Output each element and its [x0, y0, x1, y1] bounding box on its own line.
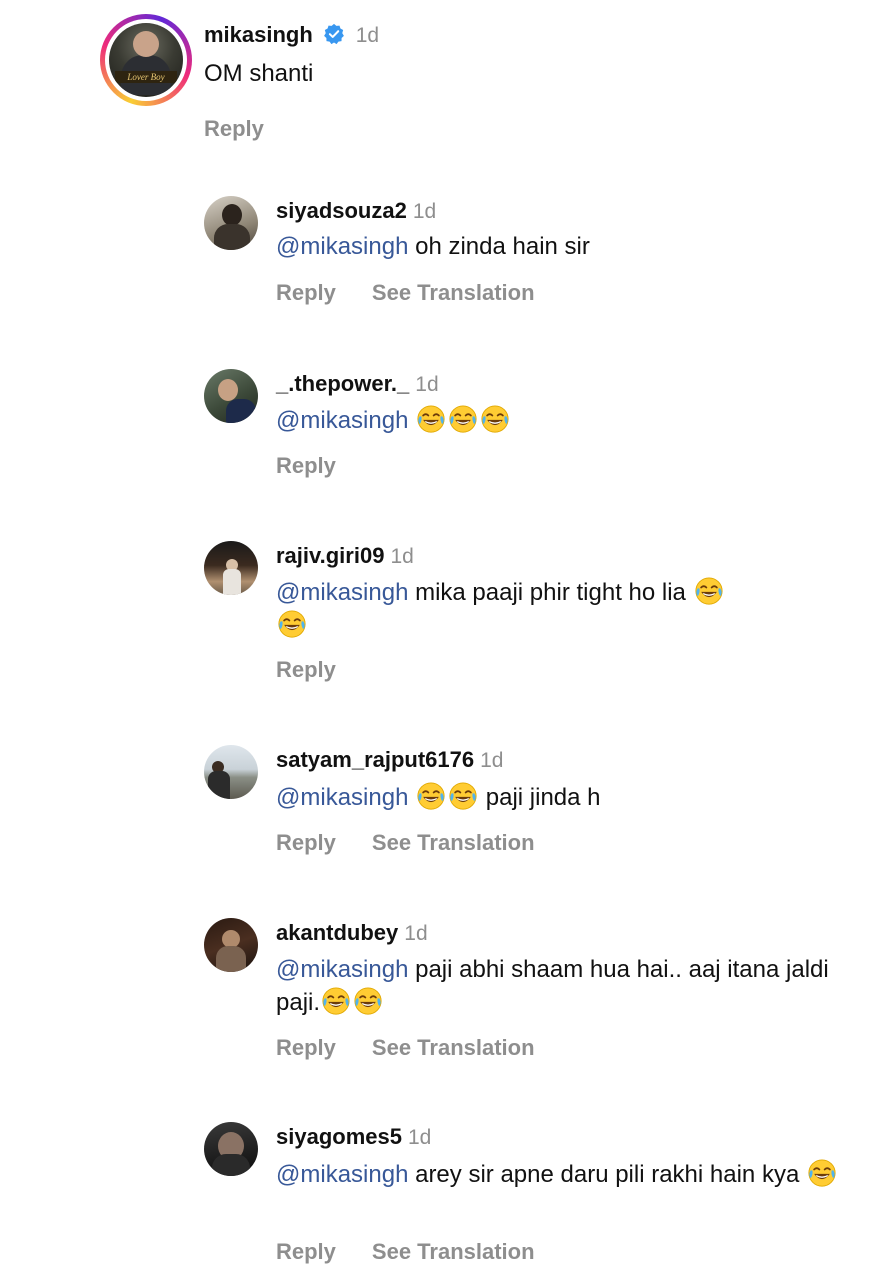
mention-link[interactable]: @mikasingh	[276, 1161, 408, 1188]
story-ring[interactable]: Lover Boy	[100, 14, 192, 106]
comment-body: paji jinda h	[485, 784, 601, 811]
avatar[interactable]	[204, 918, 258, 972]
username[interactable]: rajiv.giri09	[276, 543, 384, 568]
see-translation-button[interactable]: See Translation	[372, 280, 535, 305]
avatar-figure-body	[216, 946, 246, 972]
timestamp: 1d	[415, 373, 439, 396]
comment-text: @mikasingh paji abhi shaam hua hai.. aaj…	[276, 953, 856, 1019]
face-with-tears-of-joy-emoji	[695, 577, 723, 605]
comment-header: rajiv.giri09 1d	[276, 543, 414, 569]
comment-text: @mikasingh arey sir apne daru pili rakhi…	[276, 1158, 856, 1191]
avatar[interactable]	[204, 196, 258, 250]
comment-actions: Reply See Translation	[276, 830, 535, 856]
avatar-logo-text: Lover Boy	[115, 71, 177, 83]
face-with-tears-of-joy-emoji	[449, 782, 477, 810]
face-with-tears-of-joy-emoji	[354, 987, 382, 1015]
comment-body: arey sir apne daru pili rakhi hain kya	[415, 1161, 800, 1188]
verified-badge-icon	[324, 23, 345, 45]
mention-link[interactable]: @mikasingh	[276, 956, 408, 983]
comment-actions: Reply	[276, 657, 336, 683]
comment-body: mika paaji phir tight ho lia	[415, 579, 686, 606]
see-translation-button[interactable]: See Translation	[372, 1035, 535, 1060]
reply-button[interactable]: Reply	[276, 657, 336, 682]
timestamp: 1d	[412, 200, 437, 223]
avatar-figure-body	[223, 569, 241, 595]
reply-button[interactable]: Reply	[276, 453, 336, 478]
timestamp: 1d	[390, 545, 414, 568]
avatar-figure	[222, 204, 242, 226]
see-translation-button[interactable]: See Translation	[372, 1239, 535, 1264]
reply-button[interactable]: Reply	[276, 1035, 336, 1060]
face-with-tears-of-joy-emoji	[417, 782, 445, 810]
comment-header: siyadsouza2 1d	[276, 198, 436, 224]
comment-text: @mikasingh mika paaji phir tight ho lia	[276, 576, 856, 642]
see-translation-button[interactable]: See Translation	[372, 830, 535, 855]
comment-header: _.thepower._ 1d	[276, 371, 439, 397]
username[interactable]: _.thepower._	[276, 371, 409, 396]
comment-header: akantdubey 1d	[276, 920, 428, 946]
avatar-figure-body	[212, 1154, 250, 1176]
username[interactable]: siyadsouza2	[276, 198, 407, 223]
comment-actions: Reply See Translation	[276, 280, 535, 306]
avatar[interactable]	[204, 369, 258, 423]
username[interactable]: satyam_rajput6176	[276, 747, 474, 772]
username[interactable]: siyagomes5	[276, 1124, 402, 1149]
avatar[interactable]	[204, 1122, 258, 1176]
reply-button[interactable]: Reply	[276, 1239, 336, 1264]
comment-text: @mikasingh	[276, 404, 856, 437]
reply-button[interactable]: Reply	[204, 116, 264, 142]
face-with-tears-of-joy-emoji	[278, 610, 306, 638]
avatar[interactable]	[204, 745, 258, 799]
mention-link[interactable]: @mikasingh	[276, 579, 408, 606]
comment-header: satyam_rajput6176 1d	[276, 747, 503, 773]
avatar-figure	[218, 379, 238, 401]
avatar[interactable]: Lover Boy	[109, 23, 183, 97]
avatar-figure-body	[226, 399, 256, 423]
comment-text: OM shanti	[204, 60, 314, 87]
face-with-tears-of-joy-emoji	[481, 405, 509, 433]
avatar-figure-body	[214, 224, 250, 250]
mention-link[interactable]: @mikasingh	[276, 407, 408, 434]
comment-header: siyagomes5 1d	[276, 1124, 431, 1150]
reply-button[interactable]: Reply	[276, 280, 336, 305]
ring-inner: Lover Boy	[105, 19, 187, 101]
face-with-tears-of-joy-emoji	[322, 987, 350, 1015]
avatar-figure-body	[208, 771, 230, 799]
face-with-tears-of-joy-emoji	[417, 405, 445, 433]
mention-link[interactable]: @mikasingh	[276, 233, 408, 260]
reply-button[interactable]: Reply	[276, 830, 336, 855]
timestamp: 1d	[480, 749, 504, 772]
timestamp: 1d	[404, 922, 428, 945]
comment-text: @mikasingh paji jinda h	[276, 781, 856, 814]
face-with-tears-of-joy-emoji	[808, 1159, 836, 1187]
username[interactable]: akantdubey	[276, 920, 398, 945]
comment-header: mikasingh 1d	[204, 22, 379, 50]
comment-body: oh zinda hain sir	[415, 233, 590, 260]
comment-actions: Reply	[276, 453, 336, 479]
comment-text: @mikasingh oh zinda hain sir	[276, 230, 856, 263]
timestamp: 1d	[407, 1126, 432, 1149]
mention-link[interactable]: @mikasingh	[276, 784, 408, 811]
face-with-tears-of-joy-emoji	[449, 405, 477, 433]
timestamp: 1d	[355, 24, 380, 47]
username[interactable]: mikasingh	[204, 22, 313, 47]
comment-actions: Reply See Translation	[276, 1035, 535, 1061]
avatar[interactable]	[204, 541, 258, 595]
avatar-figure-head	[133, 31, 159, 57]
comment-actions: Reply See Translation	[276, 1239, 535, 1265]
